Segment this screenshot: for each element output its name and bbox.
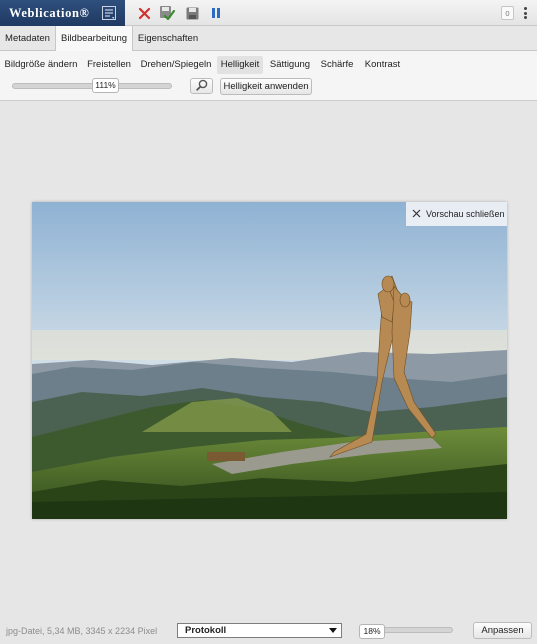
tab-metadaten[interactable]: Metadaten (0, 26, 55, 51)
subtab-bildgroesse[interactable]: Bildgröße ändern (4, 56, 78, 74)
save-check-icon[interactable] (159, 5, 175, 21)
main-tabs: Metadaten Bildbearbeitung Eigenschaften (0, 26, 537, 52)
close-preview-button[interactable]: Vorschau schließen (406, 202, 507, 226)
apply-brightness-button[interactable]: Helligkeit anwenden (220, 78, 312, 95)
magnifier-icon (195, 79, 208, 94)
log-select-value: Protokoll (185, 625, 227, 636)
subtab-drehen-spiegeln[interactable]: Drehen/Spiegeln (139, 56, 213, 74)
brand-name: Weblication® (9, 5, 90, 20)
menu-icon[interactable] (101, 5, 117, 21)
notification-badge[interactable]: 0 (501, 6, 514, 20)
close-icon[interactable] (136, 5, 152, 21)
brightness-slider-thumb[interactable]: 111% (92, 78, 119, 93)
file-info: jpg-Datei, 5,34 MB, 3345 x 2234 Pixel (6, 626, 158, 636)
subtab-helligkeit[interactable]: Helligkeit (217, 56, 263, 74)
save-icon[interactable] (184, 5, 200, 21)
subtab-saettigung[interactable]: Sättigung (268, 56, 312, 74)
log-select[interactable]: Protokoll (177, 623, 342, 638)
tab-bildbearbeitung[interactable]: Bildbearbeitung (55, 26, 133, 52)
zoom-slider-thumb[interactable]: 18% (359, 624, 385, 639)
close-icon (412, 209, 421, 220)
subtab-kontrast[interactable]: Kontrast (361, 56, 404, 74)
image-preview (32, 202, 507, 519)
brand-logo: Weblication® (0, 0, 125, 26)
more-options-icon[interactable] (520, 5, 530, 21)
chevron-down-icon (329, 628, 337, 633)
subtab-freistellen[interactable]: Freistellen (84, 56, 134, 74)
close-preview-label: Vorschau schließen (426, 209, 505, 219)
pause-icon[interactable] (208, 5, 224, 21)
subtab-schaerfe[interactable]: Schärfe (318, 56, 356, 74)
top-toolbar: Weblication® 0 (0, 0, 537, 26)
tab-eigenschaften[interactable]: Eigenschaften (133, 26, 203, 51)
fit-button[interactable]: Anpassen (473, 622, 532, 639)
preview-zoom-button[interactable] (190, 78, 213, 94)
